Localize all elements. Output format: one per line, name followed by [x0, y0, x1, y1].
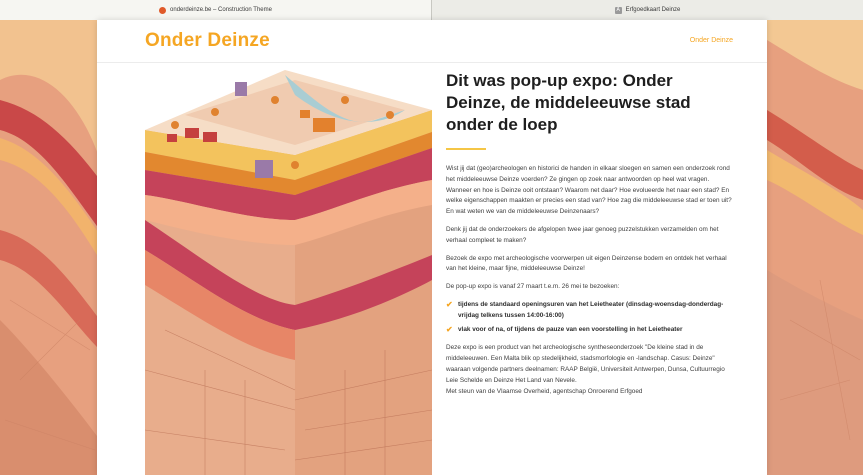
site-favicon-icon: A [614, 6, 622, 14]
article-paragraph: Bezoek de expo met archeologische voorwe… [446, 254, 727, 273]
title-underline [446, 148, 486, 150]
article-paragraph: Met steun van de Vlaamse Overheid, agent… [446, 387, 643, 395]
list-item-text: vlak voor of na, of tijdens de pauze van… [458, 325, 683, 333]
page-card: Onder Deinze Onder Deinze Dit was pop-up… [97, 20, 767, 475]
article-paragraph: De pop-up expo is vanaf 27 maart t.e.m. … [446, 283, 620, 291]
article-paragraph: Deze expo is een product van het archeol… [446, 344, 725, 384]
nav-link-onder-deinze[interactable]: Onder Deinze [690, 37, 733, 44]
check-icon: ✔ [446, 324, 453, 334]
tab-label: onderdeinze.be – Construction Theme [170, 7, 272, 13]
site-header: Onder Deinze Onder Deinze [97, 20, 767, 63]
article-paragraph: Wist jij dat (geo)archeologen en histori… [446, 165, 732, 216]
tab-erfgoedkaart[interactable]: A Erfgoedkaart Deinze [431, 0, 863, 20]
list-item-text: tijdens de standaard openingsuren van he… [458, 300, 724, 319]
visit-times-list: ✔ tijdens de standaard openingsuren van … [446, 300, 736, 335]
check-icon: ✔ [446, 299, 453, 309]
soil-cross-section-illustration [145, 70, 432, 475]
list-item: ✔ vlak voor of na, of tijdens de pauze v… [446, 325, 736, 336]
tab-label: Erfgoedkaart Deinze [625, 7, 681, 13]
list-item: ✔ tijdens de standaard openingsuren van … [446, 300, 736, 322]
tab-onderdeinze[interactable]: onderdeinze.be – Construction Theme [0, 0, 431, 20]
article-content: Dit was pop-up expo: Onder Deinze, de mi… [446, 70, 736, 404]
article-paragraph: Denk jij dat de onderzoekers de afgelope… [446, 225, 719, 244]
browser-tab-bar: onderdeinze.be – Construction Theme A Er… [0, 0, 863, 21]
page-title: Dit was pop-up expo: Onder Deinze, de mi… [446, 71, 691, 134]
site-logo[interactable]: Onder Deinze [145, 30, 270, 52]
site-favicon-icon [159, 6, 167, 14]
